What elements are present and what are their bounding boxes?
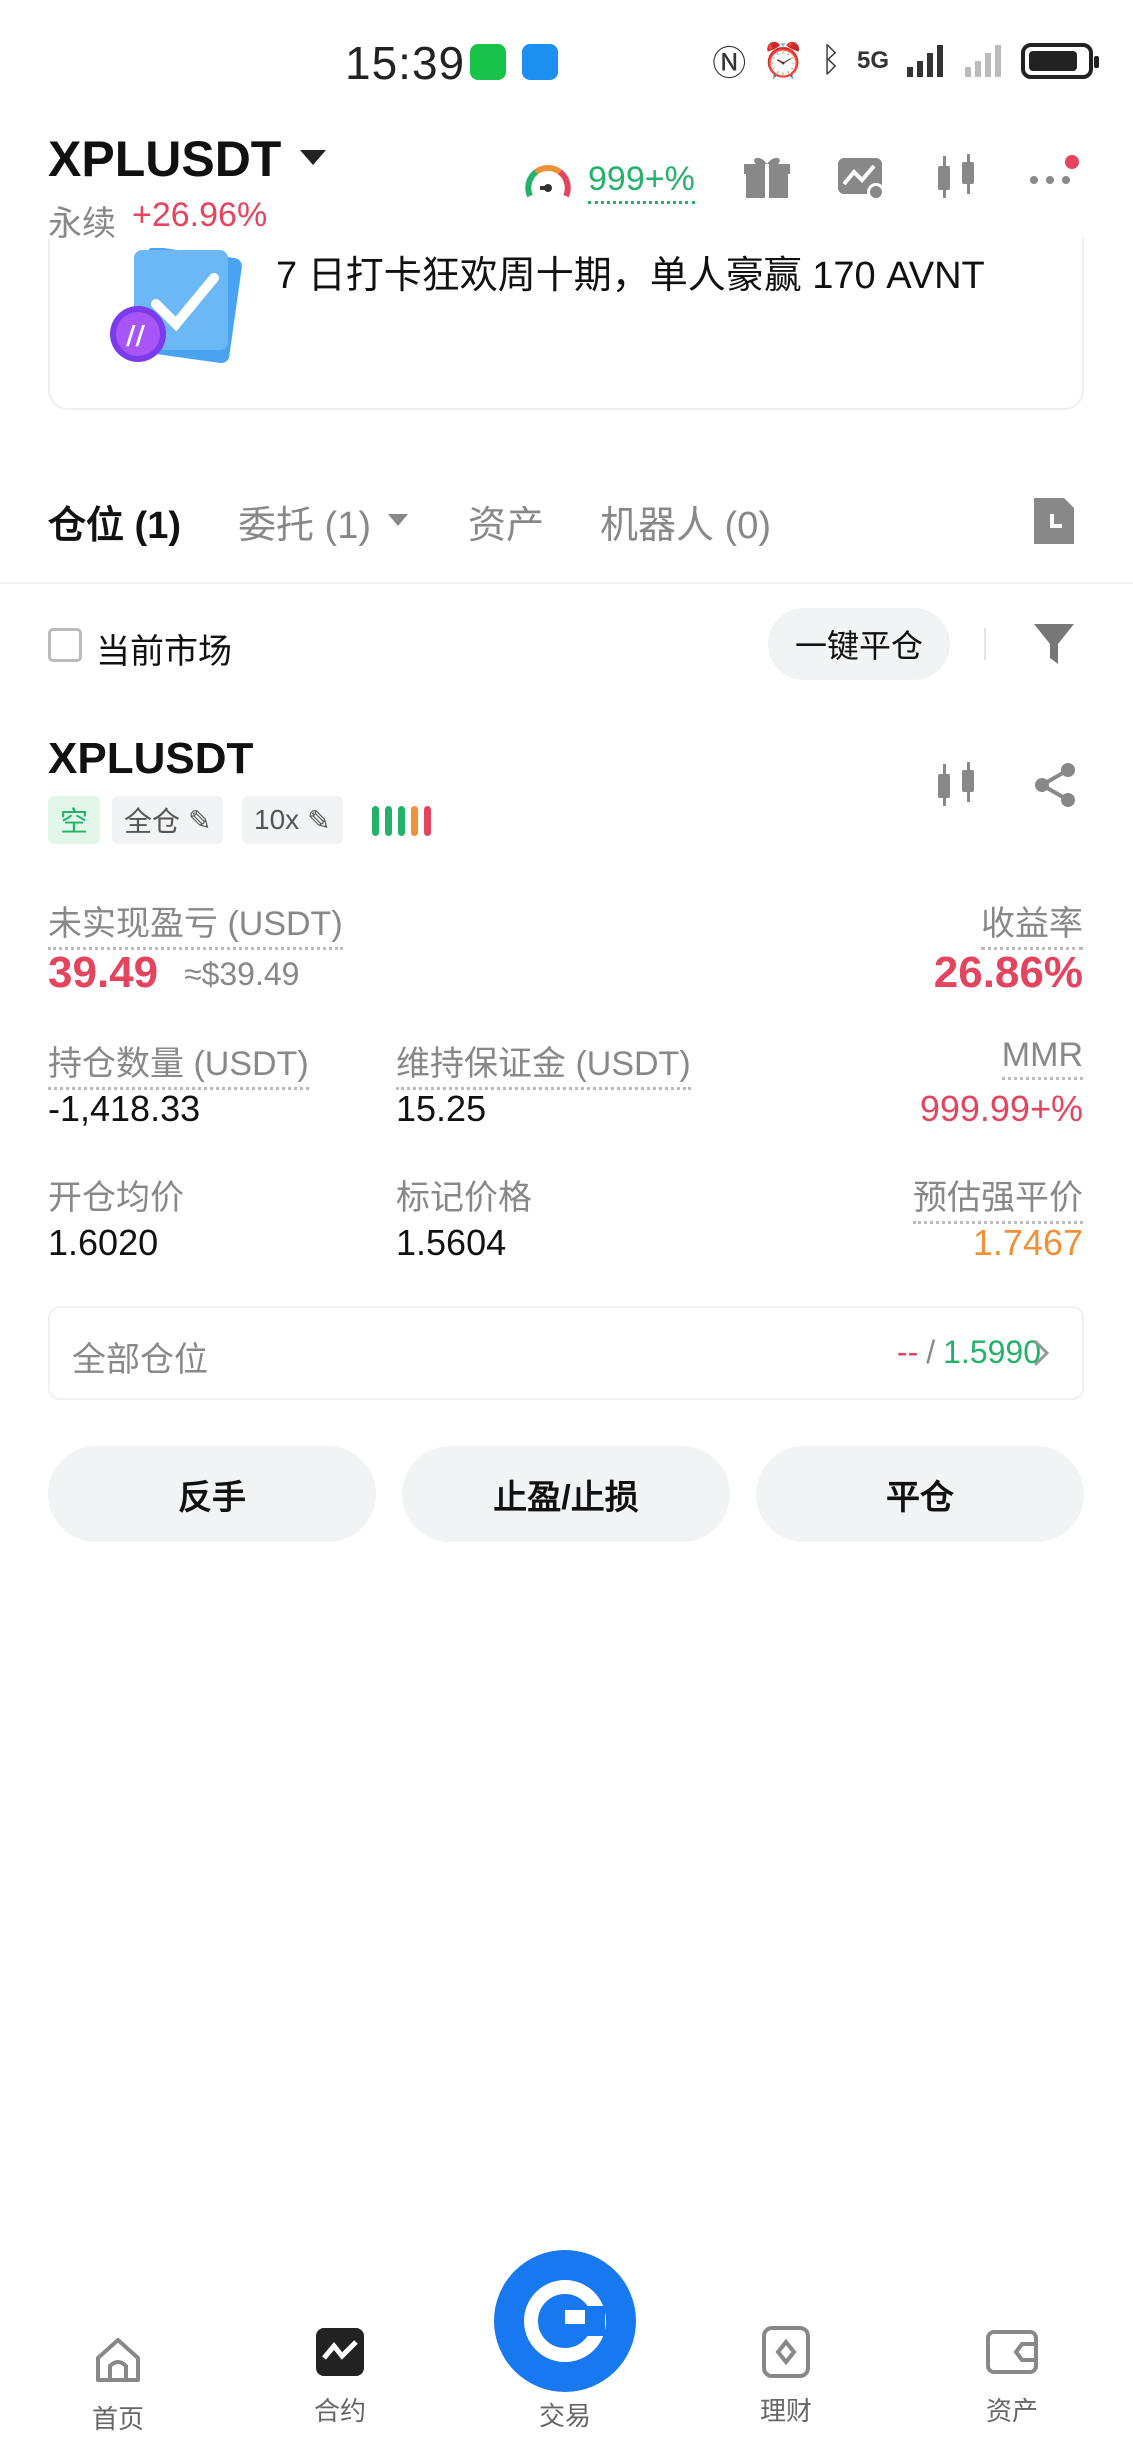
adl-bar [372,806,379,836]
alarm-icon: ⏰ [762,41,805,80]
nfc-icon: Ⓝ [712,45,747,83]
mark-price-label: 标记价格 [396,1179,532,1217]
all-positions-sep: / [926,1334,936,1370]
orders-dropdown-caret-icon[interactable] [388,514,408,526]
adl-bar [385,806,392,836]
pair-dropdown-caret-icon[interactable] [300,150,326,165]
nav-assets-label: 资产 [985,2396,1038,2426]
status-time: 15:39 [345,37,466,89]
price-change: +26.96% [132,196,268,234]
nav-futures[interactable]: 合约 [280,2324,400,2428]
signal-bars-icon [907,44,943,77]
nav-trade-button[interactable] [494,2250,636,2392]
more-icon[interactable] [1026,150,1080,204]
earn-icon [762,2326,810,2378]
share-icon[interactable] [1030,760,1080,810]
reverse-button[interactable]: 反手 [48,1446,376,1542]
tab-orders[interactable]: 委托 (1) [238,494,371,549]
gift-icon[interactable] [740,150,794,204]
futures-icon [316,2328,364,2376]
nav-earn-label: 理财 [759,2396,812,2426]
filter-divider [984,628,986,660]
adl-indicator [372,806,431,836]
tpsl-button[interactable]: 止盈/止损 [402,1446,730,1542]
edit-icon: ✎ [307,804,331,836]
tab-assets[interactable]: 资产 [468,494,544,549]
position-size-value: -1,418.33 [48,1088,201,1129]
tabs-divider [0,582,1133,584]
position-chart-icon[interactable] [930,758,984,812]
wallet-icon [986,2330,1038,2374]
leverage-label: 10x [254,804,300,835]
all-positions-right: 1.5990 [943,1334,1041,1370]
bluetooth-icon: ᛒ [820,41,841,79]
search-notification-icon [522,44,558,80]
leverage-tag[interactable]: 10x ✎ [242,796,343,844]
unrealized-pnl-value: 39.49 [48,948,159,997]
risk-gauge-icon[interactable] [522,158,574,210]
tab-bots[interactable]: 机器人 (0) [600,494,771,549]
chart-settings-icon[interactable] [834,150,888,204]
position-size-label[interactable]: 持仓数量 (USDT) [48,1036,309,1090]
unrealized-pnl-usd: ≈$39.49 [184,956,300,992]
nav-trade-label: 交易 [538,2401,591,2431]
promo-calendar-icon: // [110,248,242,364]
mark-price-value: 1.5604 [396,1222,507,1263]
entry-price-value: 1.6020 [48,1222,159,1263]
adl-bar [398,806,405,836]
liq-price-label[interactable]: 预估强平价 [913,1170,1083,1224]
margin-mode-label: 全仓 [124,806,181,837]
nav-home-label: 首页 [91,2404,144,2434]
all-positions-label: 全部仓位 [72,1341,208,1379]
adl-bar [411,806,418,836]
adl-bar [424,806,431,836]
close-position-button[interactable]: 平仓 [756,1446,1084,1542]
home-icon [96,2338,140,2382]
candlestick-icon[interactable] [930,150,984,204]
all-positions-values: -- / 1.5990 [897,1334,1041,1371]
nav-assets[interactable]: 资产 [952,2324,1072,2428]
roe-label[interactable]: 收益率 [981,896,1083,950]
current-market-checkbox[interactable] [48,628,82,662]
nav-earn[interactable]: 理财 [726,2324,846,2428]
history-document-icon[interactable] [1032,496,1076,546]
svg-text://: // [126,321,145,351]
tab-positions[interactable]: 仓位 (1) [48,494,181,549]
roe-value: 26.86% [933,948,1083,997]
entry-price-label: 开仓均价 [48,1179,184,1217]
position-symbol[interactable]: XPLUSDT [48,734,253,784]
nav-home[interactable]: 首页 [58,2332,178,2436]
maint-margin-value: 15.25 [396,1088,487,1129]
margin-mode-tag[interactable]: 全仓 ✎ [112,796,224,844]
nav-futures-label: 合约 [313,2396,366,2426]
close-all-button[interactable]: 一键平仓 [768,608,950,680]
trade-icon [524,2280,606,2362]
signal-bars-weak-icon [965,44,1001,77]
side-tag: 空 [48,796,101,844]
current-market-label[interactable]: 当前市场 [96,624,232,673]
all-positions-left: -- [896,1334,919,1370]
status-icons: Ⓝ ⏰ ᛒ 5G [712,36,1099,85]
chevron-right-icon[interactable] [1032,1338,1050,1368]
mmr-value: 999.99+% [919,1088,1083,1129]
mmr-label[interactable]: MMR [1001,1036,1083,1080]
maint-margin-label[interactable]: 维持保证金 (USDT) [396,1036,691,1090]
unrealized-pnl-label[interactable]: 未实现盈亏 (USDT) [48,896,343,950]
edit-icon: ✎ [188,804,212,836]
risk-gauge-value[interactable]: 999+% [588,160,695,204]
pair-title[interactable]: XPLUSDT [48,130,281,188]
battery-icon [1021,42,1099,79]
wechat-notification-icon [470,44,506,80]
signal-icon: 5G [856,46,889,74]
liq-price-value: 1.7467 [972,1222,1083,1263]
filter-icon[interactable] [1030,618,1078,670]
promo-banner-text[interactable]: 7 日打卡狂欢周十期，单人豪赢 170 AVNT [276,250,996,302]
